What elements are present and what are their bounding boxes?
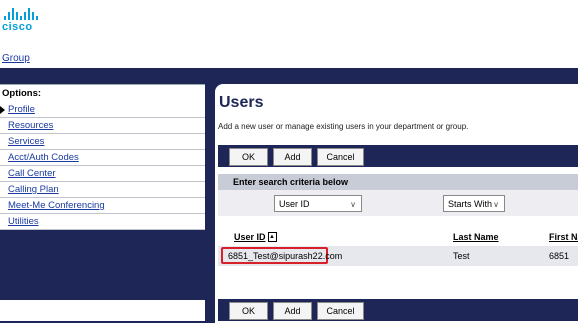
cisco-logo: cisco: [2, 8, 62, 33]
cisco-logo-text: cisco: [2, 21, 33, 33]
search-criteria-header: Enter search criteria below: [218, 174, 578, 190]
column-header-first-name[interactable]: First Nam: [549, 232, 578, 242]
sidebar-item-label: Resources: [8, 120, 54, 131]
table-row[interactable]: 6851_Test@sipurash22.com Test 6851: [218, 246, 578, 266]
cell-user-id[interactable]: 6851_Test@sipurash22.com: [228, 251, 342, 261]
sidebar-item-acct-auth-codes[interactable]: Acct/Auth Codes: [0, 150, 205, 166]
search-mode-select[interactable]: Starts With ∨: [443, 195, 505, 212]
search-mode-value: Starts With: [448, 199, 493, 209]
add-button[interactable]: Add: [273, 148, 312, 166]
group-link[interactable]: Group: [2, 53, 30, 64]
sidebar-item-label: Call Center: [8, 168, 56, 179]
sidebar-item-label: Acct/Auth Codes: [8, 152, 79, 163]
sidebar-item-services[interactable]: Services: [0, 134, 205, 150]
sidebar-item-label: Services: [8, 136, 45, 147]
cancel-button[interactable]: Cancel: [317, 148, 364, 166]
table-header-row: User ID▲ Last Name First Nam: [218, 230, 578, 246]
sidebar-title: Options:: [2, 88, 42, 99]
page-subtitle: Add a new user or manage existing users …: [218, 122, 469, 131]
sidebar-item-calling-plan[interactable]: Calling Plan: [0, 182, 205, 198]
sidebar-item-label: Meet-Me Conferencing: [8, 200, 105, 211]
sidebar-item-resources[interactable]: Resources: [0, 118, 205, 134]
ok-button[interactable]: OK: [229, 148, 268, 166]
cisco-logo-bars-icon: [4, 8, 62, 20]
column-header-user-id[interactable]: User ID ▲: [234, 232, 277, 242]
sidebar-item-label: Profile: [8, 104, 35, 115]
sidebar-item-label: Utilities: [8, 216, 39, 227]
ok-button[interactable]: OK: [229, 302, 268, 320]
sort-ascending-icon[interactable]: ▲: [267, 232, 277, 242]
cancel-button[interactable]: Cancel: [317, 302, 364, 320]
search-field-value: User ID: [279, 199, 310, 209]
cell-last-name: Test: [453, 251, 470, 261]
chevron-down-icon: ∨: [350, 200, 356, 209]
users-table: User ID▲ Last Name First Nam 6851_Test@s…: [218, 216, 578, 292]
cell-first-name: 6851: [549, 251, 570, 261]
page-title: Users: [219, 94, 264, 111]
header: cisco Group: [0, 0, 578, 68]
main-panel: Users Add a new user or manage existing …: [215, 84, 578, 323]
bottom-button-bar: OK Add Cancel: [218, 299, 578, 321]
sidebar: Options: Profile Resources Services Acct…: [0, 84, 205, 321]
search-criteria-row: User ID ∨ Starts With ∨: [218, 190, 578, 216]
sidebar-spacer: [0, 230, 205, 300]
search-field-select[interactable]: User ID ∨: [274, 195, 362, 212]
add-button[interactable]: Add: [273, 302, 312, 320]
sidebar-item-meet-me-conferencing[interactable]: Meet-Me Conferencing: [0, 198, 205, 214]
sidebar-item-label: Calling Plan: [8, 184, 59, 195]
sidebar-item-utilities[interactable]: Utilities: [0, 214, 205, 230]
chevron-down-icon: ∨: [493, 200, 499, 209]
column-header-last-name[interactable]: Last Name: [453, 232, 499, 242]
active-arrow-icon: [0, 106, 5, 114]
sidebar-item-profile[interactable]: Profile: [0, 102, 205, 118]
top-button-bar: OK Add Cancel: [218, 145, 578, 167]
sidebar-item-call-center[interactable]: Call Center: [0, 166, 205, 182]
